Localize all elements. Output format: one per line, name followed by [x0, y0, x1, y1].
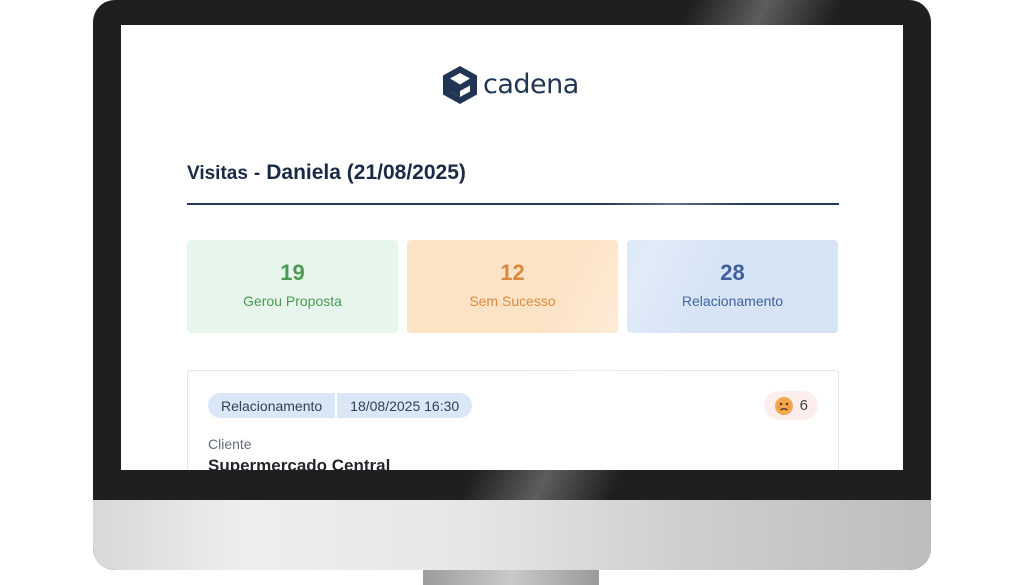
stat-label: Sem Sucesso: [469, 293, 556, 309]
stat-card-gerou-proposta[interactable]: 19 Gerou Proposta: [187, 240, 398, 333]
stat-value: 28: [720, 260, 745, 285]
visit-datetime-tag: 18/08/2025 16:30: [335, 393, 473, 418]
app-screen: cadena Visitas - Daniela (21/08/2025) 19…: [121, 25, 903, 470]
stat-card-relacionamento[interactable]: 28 Relacionamento: [627, 240, 838, 333]
stat-card-sem-sucesso[interactable]: 12 Sem Sucesso: [407, 240, 618, 333]
stat-label: Relacionamento: [681, 293, 784, 309]
title-prefix: Visitas: [187, 163, 248, 184]
logo-text: cadena: [483, 68, 579, 100]
visit-card[interactable]: Relacionamento 18/08/2025 16:30 6 Client…: [187, 370, 839, 470]
reaction-count: 6: [799, 397, 808, 414]
client-label: Cliente: [208, 436, 252, 452]
monitor-frame: cadena Visitas - Daniela (21/08/2025) 19…: [93, 0, 931, 570]
stat-value: 12: [500, 260, 525, 285]
client-name: Supermercado Central: [208, 456, 391, 470]
sad-face-icon: [774, 396, 793, 415]
monitor-stand: [423, 568, 599, 585]
stat-value: 19: [280, 260, 305, 285]
title-main: Daniela (21/08/2025): [266, 161, 466, 184]
page-title: Visitas - Daniela (21/08/2025): [187, 161, 466, 185]
cadena-logo-icon: [443, 66, 477, 104]
stage: cadena Visitas - Daniela (21/08/2025) 19…: [0, 0, 1024, 585]
title-separator: -: [253, 163, 261, 184]
monitor-chin: [93, 500, 931, 570]
brand-logo: cadena: [441, 65, 579, 105]
title-divider: [187, 203, 839, 205]
stat-label: Gerou Proposta: [243, 293, 342, 309]
visit-type-tag: Relacionamento: [208, 393, 336, 418]
reaction-badge[interactable]: 6: [763, 391, 818, 420]
visit-tags: Relacionamento 18/08/2025 16:30: [208, 393, 473, 418]
